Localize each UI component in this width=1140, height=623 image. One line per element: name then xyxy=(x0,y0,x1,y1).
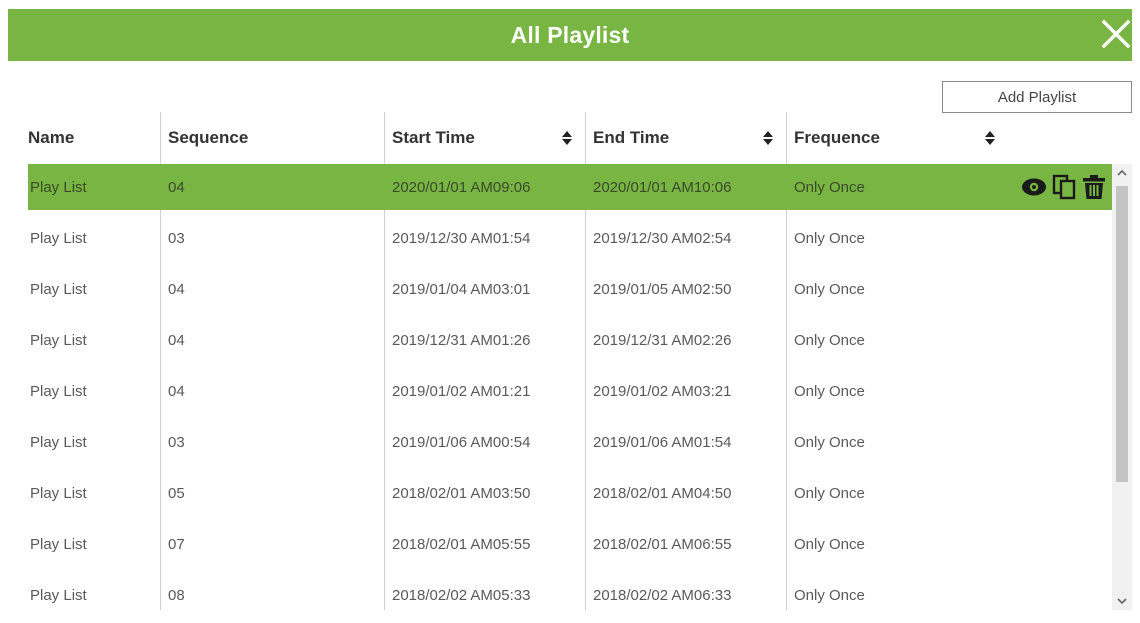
cell-end-time: 2019/12/30 AM02:54 xyxy=(593,229,732,247)
table-row[interactable]: Play List 04 2019/12/31 AM01:26 2019/12/… xyxy=(28,317,1112,363)
table-row[interactable]: Play List 07 2018/02/01 AM05:55 2018/02/… xyxy=(28,521,1112,567)
dialog-title: All Playlist xyxy=(510,21,630,48)
cell-frequence: Only Once xyxy=(794,484,865,502)
cell-name: Play List xyxy=(30,280,87,298)
cell-name: Play List xyxy=(30,535,87,553)
table-row[interactable]: Play List 03 2019/12/30 AM01:54 2019/12/… xyxy=(28,215,1112,261)
cell-start-time: 2018/02/01 AM03:50 xyxy=(392,484,531,502)
cell-frequence: Only Once xyxy=(794,586,865,604)
cell-start-time: 2018/02/02 AM05:33 xyxy=(392,586,531,604)
cell-end-time: 2018/02/01 AM06:55 xyxy=(593,535,732,553)
cell-frequence: Only Once xyxy=(794,382,865,400)
cell-end-time: 2018/02/01 AM04:50 xyxy=(593,484,732,502)
cell-sequence: 04 xyxy=(168,331,185,349)
cell-start-time: 2020/01/01 AM09:06 xyxy=(392,178,531,196)
cell-end-time: 2018/02/02 AM06:33 xyxy=(593,586,732,604)
cell-start-time: 2019/12/31 AM01:26 xyxy=(392,331,531,349)
cell-sequence: 07 xyxy=(168,535,185,553)
table-row[interactable]: Play List 08 2018/02/02 AM05:33 2018/02/… xyxy=(28,572,1112,618)
cell-name: Play List xyxy=(30,229,87,247)
cell-end-time: 2019/01/02 AM03:21 xyxy=(593,382,732,400)
cell-end-time: 2020/01/01 AM10:06 xyxy=(593,178,732,196)
sort-icon[interactable] xyxy=(984,130,996,146)
add-playlist-button[interactable]: Add Playlist xyxy=(942,81,1132,113)
cell-frequence: Only Once xyxy=(794,433,865,451)
table-row[interactable]: Play List 03 2019/01/06 AM00:54 2019/01/… xyxy=(28,419,1112,465)
chevron-up-icon[interactable] xyxy=(1112,164,1132,182)
cell-name: Play List xyxy=(30,484,87,502)
cell-sequence: 04 xyxy=(168,382,185,400)
sort-icon[interactable] xyxy=(762,130,774,146)
column-header-start-time[interactable]: Start Time xyxy=(392,112,475,164)
cell-frequence: Only Once xyxy=(794,535,865,553)
cell-frequence: Only Once xyxy=(794,331,865,349)
cell-start-time: 2019/01/04 AM03:01 xyxy=(392,280,531,298)
table-header: Name Sequence Start Time End Time Freque… xyxy=(28,112,1112,164)
scrollbar-thumb[interactable] xyxy=(1116,186,1128,482)
column-header-name: Name xyxy=(28,128,75,147)
all-playlist-dialog: All Playlist Add Playlist Name Sequence … xyxy=(0,0,1140,623)
cell-start-time: 2019/01/06 AM00:54 xyxy=(392,433,531,451)
cell-sequence: 05 xyxy=(168,484,185,502)
cell-sequence: 04 xyxy=(168,280,185,298)
cell-end-time: 2019/12/31 AM02:26 xyxy=(593,331,732,349)
cell-start-time: 2019/01/02 AM01:21 xyxy=(392,382,531,400)
cell-frequence: Only Once xyxy=(794,229,865,247)
cell-frequence: Only Once xyxy=(794,280,865,298)
sort-icon[interactable] xyxy=(561,130,573,146)
column-header-end-time[interactable]: End Time xyxy=(593,112,669,164)
cell-end-time: 2019/01/06 AM01:54 xyxy=(593,433,732,451)
vertical-scrollbar[interactable] xyxy=(1112,164,1132,610)
cell-frequence: Only Once xyxy=(794,178,865,196)
playlist-table: Name Sequence Start Time End Time Freque… xyxy=(28,112,1112,614)
cell-sequence: 04 xyxy=(168,178,185,196)
table-row[interactable]: Play List 04 2019/01/02 AM01:21 2019/01/… xyxy=(28,368,1112,414)
trash-icon[interactable] xyxy=(1080,174,1108,200)
row-actions xyxy=(1020,174,1108,200)
cell-name: Play List xyxy=(30,586,87,604)
table-row[interactable]: Play List 05 2018/02/01 AM03:50 2018/02/… xyxy=(28,470,1112,516)
cell-name: Play List xyxy=(30,433,87,451)
chevron-down-icon[interactable] xyxy=(1112,592,1132,610)
table-row[interactable]: Play List 04 2019/01/04 AM03:01 2019/01/… xyxy=(28,266,1112,312)
cell-name: Play List xyxy=(30,178,87,196)
copy-icon[interactable] xyxy=(1050,174,1078,200)
eye-icon[interactable] xyxy=(1020,174,1048,200)
cell-start-time: 2018/02/01 AM05:55 xyxy=(392,535,531,553)
dialog-titlebar: All Playlist xyxy=(8,9,1132,61)
cell-sequence: 03 xyxy=(168,433,185,451)
cell-sequence: 03 xyxy=(168,229,185,247)
cell-name: Play List xyxy=(30,382,87,400)
column-header-sequence: Sequence xyxy=(168,128,249,147)
cell-start-time: 2019/12/30 AM01:54 xyxy=(392,229,531,247)
column-header-frequence[interactable]: Frequence xyxy=(794,112,880,164)
table-row[interactable]: Play List 04 2020/01/01 AM09:06 2020/01/… xyxy=(28,164,1112,210)
cell-name: Play List xyxy=(30,331,87,349)
cell-end-time: 2019/01/05 AM02:50 xyxy=(593,280,732,298)
close-icon[interactable] xyxy=(1098,14,1132,54)
cell-sequence: 08 xyxy=(168,586,185,604)
